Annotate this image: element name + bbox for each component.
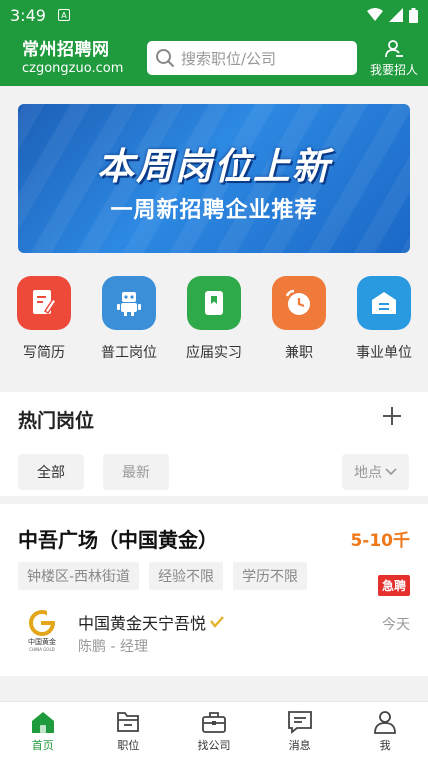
chevron-down-icon — [385, 468, 397, 476]
verified-icon — [210, 616, 224, 628]
china-gold-logo-icon — [29, 610, 57, 636]
logo-subtext: CHINA GOLD — [29, 647, 55, 652]
clock-icon — [272, 276, 326, 330]
tab-messages[interactable]: 消息 — [257, 702, 343, 760]
search-placeholder: 搜索职位/公司 — [181, 49, 277, 68]
resume-icon — [17, 276, 71, 330]
job-card[interactable]: 中吾广场（中国黄金） 5-10千 钟楼区-西林街道 经验不限 学历不限 急聘 中… — [0, 504, 428, 676]
tab-label: 首页 — [31, 739, 54, 752]
logo-cn: 常州招聘网 — [22, 39, 110, 60]
job-title: 中吾广场（中国黄金） — [18, 528, 218, 552]
tab-label: 职位 — [117, 739, 140, 752]
tab-label: 找公司 — [197, 739, 231, 752]
company-name: 中国黄金天宁吾悦 — [78, 614, 207, 633]
category-label: 写简历 — [23, 345, 65, 361]
home-icon — [31, 712, 54, 733]
tab-label: 我 — [379, 739, 391, 752]
contact-person: 陈鹏 - 经理 — [78, 639, 148, 655]
signal-icon — [389, 8, 403, 22]
job-tag-education: 学历不限 — [233, 562, 308, 590]
person-icon — [374, 711, 397, 734]
job-tag-location: 钟楼区-西林街道 — [18, 562, 140, 590]
job-salary: 5-10千 — [350, 531, 410, 551]
book-icon — [187, 276, 241, 330]
app-header: 常州招聘网 czgongzuo.com 搜索职位/公司 我要招人 — [0, 30, 428, 86]
hot-jobs-title: 热门岗位 — [18, 410, 95, 432]
logo-en: czgongzuo.com — [22, 60, 124, 76]
filter-location[interactable]: 地点 — [342, 454, 409, 490]
promo-banner[interactable]: 本周岗位上新 一周新招聘企业推荐 — [18, 104, 410, 253]
category-label: 应届实习 — [186, 345, 242, 361]
search-icon — [156, 49, 175, 68]
person-add-icon — [385, 39, 403, 57]
tab-home[interactable]: 首页 — [0, 702, 86, 760]
category-label: 普工岗位 — [101, 345, 157, 361]
search-input[interactable]: 搜索职位/公司 — [147, 41, 357, 75]
category-general-work[interactable]: 普工岗位 — [99, 276, 159, 376]
category-graduate-intern[interactable]: 应届实习 — [184, 276, 244, 376]
logo-text: 中国黄金 — [28, 638, 56, 646]
hot-jobs-section: 热门岗位 全部 最新 地点 — [0, 392, 428, 496]
recruit-label: 我要招人 — [369, 62, 418, 77]
briefcase-icon — [202, 712, 226, 733]
bottom-tab-bar: 首页 职位 找公司 消息 我 — [0, 701, 428, 760]
location-label: 地点 — [354, 465, 382, 481]
status-bar: 3:49 A — [0, 0, 428, 30]
job-tags: 钟楼区-西林街道 经验不限 学历不限 — [18, 562, 308, 590]
category-resume[interactable]: 写简历 — [14, 276, 74, 376]
category-public-institution[interactable]: 事业单位 — [354, 276, 414, 376]
banner-subtitle: 一周新招聘企业推荐 — [110, 198, 318, 223]
banner-title: 本周岗位上新 — [97, 145, 331, 188]
building-icon — [357, 276, 411, 330]
message-icon — [287, 711, 312, 734]
battery-icon — [409, 7, 418, 23]
company-name-row: 中国黄金天宁吾悦 — [78, 610, 224, 634]
category-part-time[interactable]: 兼职 — [269, 276, 329, 376]
category-label: 兼职 — [285, 345, 313, 361]
filter-all[interactable]: 全部 — [18, 454, 84, 490]
status-time: 3:49 — [10, 5, 46, 25]
tab-me[interactable]: 我 — [342, 702, 428, 760]
add-icon[interactable] — [380, 404, 404, 428]
folder-icon — [117, 712, 140, 732]
filter-latest[interactable]: 最新 — [103, 454, 169, 490]
post-date: 今天 — [382, 617, 410, 633]
tab-companies[interactable]: 找公司 — [171, 702, 257, 760]
category-row: 写简历 普工岗位 应届实习 兼职 事业单位 — [0, 276, 428, 376]
status-icons — [367, 7, 418, 23]
wifi-icon — [367, 8, 383, 21]
site-logo[interactable]: 常州招聘网 czgongzuo.com — [22, 39, 138, 76]
company-logo: 中国黄金 CHINA GOLD — [18, 607, 66, 655]
robot-icon — [102, 276, 156, 330]
tab-label: 消息 — [288, 739, 311, 752]
urgent-badge: 急聘 — [377, 575, 410, 596]
notification-icon: A — [57, 9, 70, 21]
tab-jobs[interactable]: 职位 — [86, 702, 172, 760]
category-label: 事业单位 — [356, 345, 412, 361]
job-tag-experience: 经验不限 — [149, 562, 224, 590]
recruit-button[interactable]: 我要招人 — [370, 39, 418, 78]
